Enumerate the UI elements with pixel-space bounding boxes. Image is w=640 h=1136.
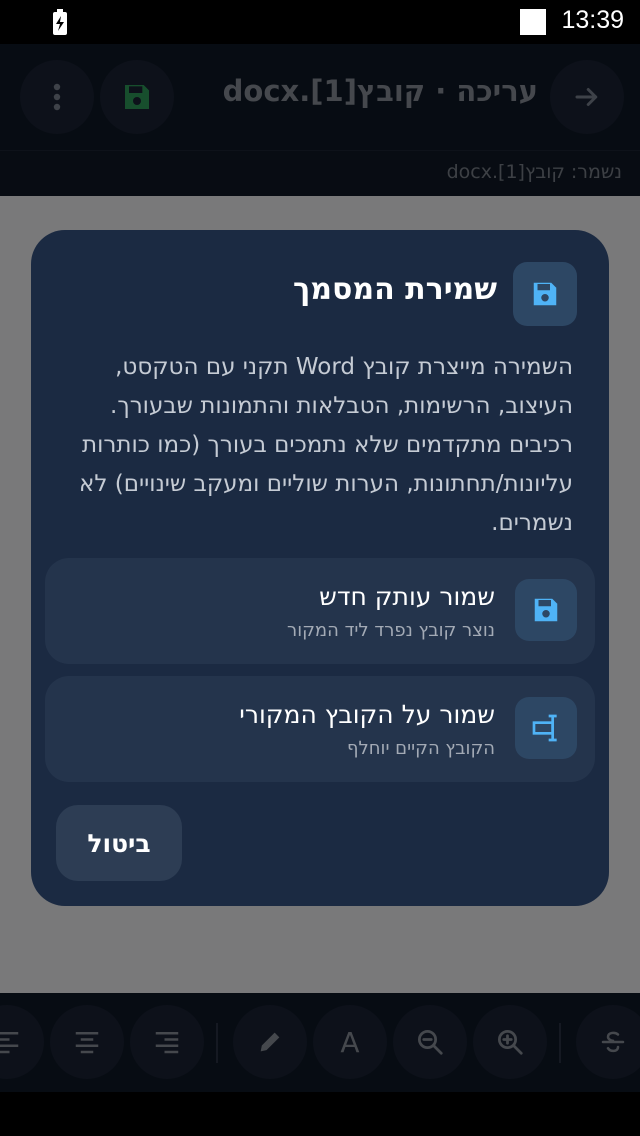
dialog-icon: [513, 262, 577, 326]
cancel-button[interactable]: ביטול: [56, 805, 182, 881]
overwrite-original-option[interactable]: שמור על הקובץ המקורי הקובץ הקיים יוחלף: [45, 676, 595, 782]
save-icon: [533, 282, 557, 306]
battery-charging-icon: [53, 9, 67, 35]
option-subtitle: נוצר קובץ נפרד ליד המקור: [287, 620, 495, 641]
option-icon: [515, 697, 577, 759]
replace-file-icon: [532, 714, 557, 742]
option-title: שמור עותק חדש: [319, 582, 495, 611]
dialog-title: שמירת המסמך: [292, 272, 497, 307]
navigation-bar: [0, 1092, 640, 1136]
status-time: 13:39: [561, 6, 624, 34]
signal-icon: [520, 9, 546, 35]
status-bar: 13:39: [0, 0, 640, 44]
option-subtitle: הקובץ הקיים יוחלף: [347, 738, 495, 759]
option-title: שמור על הקובץ המקורי: [239, 700, 495, 729]
save-new-copy-option[interactable]: שמור עותק חדש נוצר קובץ נפרד ליד המקור: [45, 558, 595, 664]
dialog-description: השמירה מייצרת קובץ Word תקני עם הטקסט, ה…: [79, 354, 573, 536]
save-document-dialog: שמירת המסמך השמירה מייצרת קובץ Word תקני…: [31, 230, 609, 906]
save-icon: [534, 598, 558, 622]
option-icon: [515, 579, 577, 641]
